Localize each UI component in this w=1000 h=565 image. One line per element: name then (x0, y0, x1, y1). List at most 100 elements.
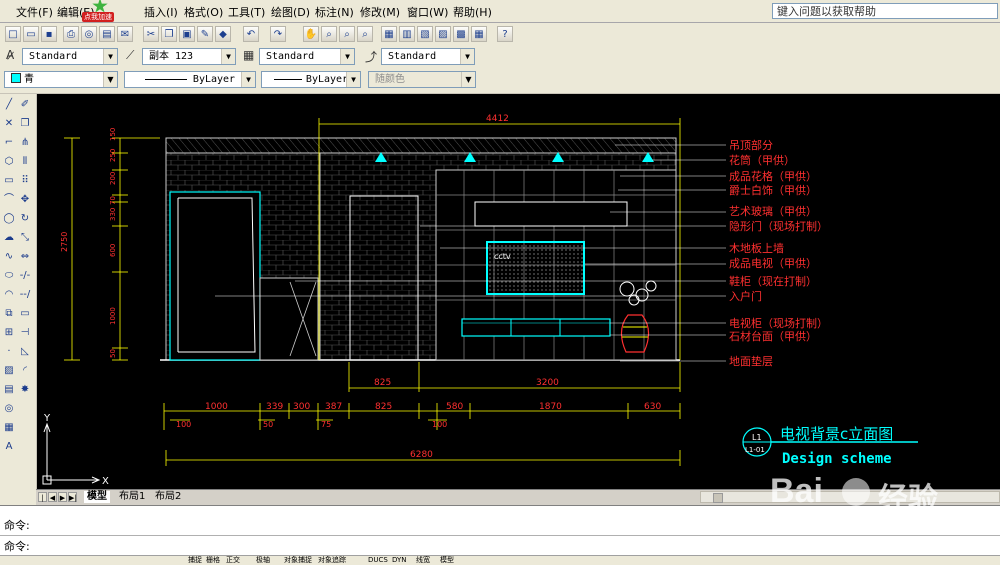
match-properties-icon[interactable]: ✎ (197, 26, 213, 42)
menu-insert[interactable]: 插入(I) (144, 4, 178, 20)
color-select[interactable]: 青 ▼ (4, 71, 118, 88)
prev-tab-icon[interactable]: ◀ (48, 492, 57, 502)
polyline-icon[interactable]: ⌐ (2, 136, 16, 150)
plotstyle-select: 随颜色 ▼ (368, 71, 476, 88)
tool-palettes-icon[interactable]: ▧ (417, 26, 433, 42)
menu-help[interactable]: 帮助(H) (453, 4, 492, 20)
multileader-style-select[interactable]: Standard ▼ (381, 48, 475, 65)
copy-icon[interactable]: ❐ (161, 26, 177, 42)
promo-badge[interactable]: 点我加速 (80, 0, 132, 22)
fillet-icon[interactable]: ◜ (18, 364, 32, 378)
region-icon[interactable]: ◎ (2, 402, 16, 416)
hatch-icon[interactable]: ▨ (2, 364, 16, 378)
menu-format[interactable]: 格式(O) (184, 4, 223, 20)
menu-draw[interactable]: 绘图(D) (271, 4, 310, 20)
table-style-select[interactable]: Standard ▼ (259, 48, 355, 65)
dim-style-select[interactable]: 副本 123 ▼ (142, 48, 236, 65)
dim-style-icon[interactable]: ⟋ (126, 48, 134, 63)
design-center-icon[interactable]: ▥ (399, 26, 415, 42)
linetype-select[interactable]: ByLayer ▼ (124, 71, 256, 88)
construction-line-icon[interactable]: ✕ (2, 117, 16, 131)
rotate-icon[interactable]: ↻ (18, 212, 32, 226)
block-editor-icon[interactable]: ◆ (215, 26, 231, 42)
ellipse-icon[interactable]: ⬭ (2, 269, 16, 283)
ucs-y-label: Y (43, 413, 51, 424)
calculator-icon[interactable]: ▦ (471, 26, 487, 42)
mirror-icon[interactable]: ⋔ (18, 136, 32, 150)
scale-icon[interactable]: ⤡ (18, 231, 32, 245)
spline-icon[interactable]: ∿ (2, 250, 16, 264)
first-tab-icon[interactable]: |◀ (38, 492, 47, 512)
scrollbar-thumb[interactable] (713, 493, 723, 503)
redo-icon[interactable]: ↷ (270, 26, 286, 42)
paste-icon[interactable]: ▣ (179, 26, 195, 42)
help-icon[interactable]: ? (497, 26, 513, 42)
join-icon[interactable]: ⊣ (18, 326, 32, 340)
make-block-icon[interactable]: ⊞ (2, 326, 16, 340)
zoom-window-icon[interactable]: ⌕ (339, 26, 355, 42)
menu-file[interactable]: 文件(F) (16, 4, 53, 20)
text-style-select[interactable]: Standard ▼ (22, 48, 118, 65)
mtext-icon[interactable]: A (2, 440, 16, 454)
help-search-input[interactable]: 键入问题以获取帮助 (772, 3, 998, 19)
table-icon[interactable]: ▦ (2, 421, 16, 435)
save-icon[interactable]: ▪ (41, 26, 57, 42)
properties-icon[interactable]: ▦ (381, 26, 397, 42)
cut-icon[interactable]: ✂ (143, 26, 159, 42)
menu-window[interactable]: 窗口(W) (407, 4, 448, 20)
color-value: 青 (24, 74, 34, 85)
gradient-icon[interactable]: ▤ (2, 383, 16, 397)
copy-object-icon[interactable]: ❐ (18, 117, 32, 131)
menu-dimension[interactable]: 标注(N) (315, 4, 354, 20)
dim-label: 387 (325, 402, 342, 412)
multileader-style-icon[interactable]: ⤴ (365, 48, 377, 65)
explode-icon[interactable]: ✸ (18, 383, 32, 397)
undo-icon[interactable]: ↶ (243, 26, 259, 42)
rectangle-icon[interactable]: ▭ (2, 174, 16, 188)
table-style-icon[interactable]: ▦ (243, 48, 254, 62)
zoom-previous-icon[interactable]: ⌕ (357, 26, 373, 42)
annotation: 木地板上墙 (729, 241, 784, 255)
next-tab-icon[interactable]: ▶ (58, 492, 67, 502)
text-style-icon[interactable]: A̷ (6, 48, 14, 62)
dim-label: 630 (644, 402, 661, 412)
stretch-icon[interactable]: ⇔ (18, 250, 32, 264)
offset-icon[interactable]: ⫴ (18, 155, 32, 169)
break-icon[interactable]: ▭ (18, 307, 32, 321)
preview-icon[interactable]: ◎ (81, 26, 97, 42)
revision-cloud-icon[interactable]: ☁ (2, 231, 16, 245)
array-icon[interactable]: ⠿ (18, 174, 32, 188)
open-folder-icon[interactable]: ▭ (23, 26, 39, 42)
line-icon[interactable]: ╱ (2, 98, 16, 112)
menu-modify[interactable]: 修改(M) (360, 4, 400, 20)
move-icon[interactable]: ✥ (18, 193, 32, 207)
menu-tools[interactable]: 工具(T) (228, 4, 265, 20)
last-tab-icon[interactable]: ▶| (68, 492, 77, 502)
arc-icon[interactable]: ⌒ (2, 193, 16, 207)
point-icon[interactable]: · (2, 345, 16, 359)
pan-icon[interactable]: ✋ (303, 26, 319, 42)
erase-icon[interactable]: ✐ (18, 98, 32, 112)
circle-icon[interactable]: ◯ (2, 212, 16, 226)
markup-icon[interactable]: ▩ (453, 26, 469, 42)
etransmit-icon[interactable]: ✉ (117, 26, 133, 42)
lineweight-select[interactable]: ByLayer ▼ (261, 71, 361, 88)
ellipse-arc-icon[interactable]: ◠ (2, 288, 16, 302)
drawing-canvas[interactable]: cctv 4412 2750 150 250 200 70 330 600 10… (37, 94, 1000, 489)
standard-toolbar: □ ▭ ▪ ⎙ ◎ ▤ ✉ ✂ ❐ ▣ ✎ ◆ ↶ ↷ ✋ ⌕ ⌕ ⌕ ▦ ▥ … (0, 23, 1000, 46)
command-prompt[interactable]: 命令: (4, 538, 30, 554)
plot-icon[interactable]: ⎙ (63, 26, 79, 42)
extend-icon[interactable]: --/ (18, 288, 32, 302)
tab-layout2[interactable]: 布局2 (152, 491, 184, 503)
sheet-set-icon[interactable]: ▨ (435, 26, 451, 42)
tab-model[interactable]: 模型 (84, 491, 110, 503)
chamfer-icon[interactable]: ◺ (18, 345, 32, 359)
title-ref-bottom: L1-01 (745, 446, 765, 454)
trim-icon[interactable]: -/- (18, 269, 32, 283)
new-file-icon[interactable]: □ (5, 26, 21, 42)
zoom-realtime-icon[interactable]: ⌕ (321, 26, 337, 42)
polygon-icon[interactable]: ⬡ (2, 155, 16, 169)
tab-layout1[interactable]: 布局1 (116, 491, 148, 503)
insert-block-icon[interactable]: ⧉ (2, 307, 16, 321)
publish-icon[interactable]: ▤ (99, 26, 115, 42)
